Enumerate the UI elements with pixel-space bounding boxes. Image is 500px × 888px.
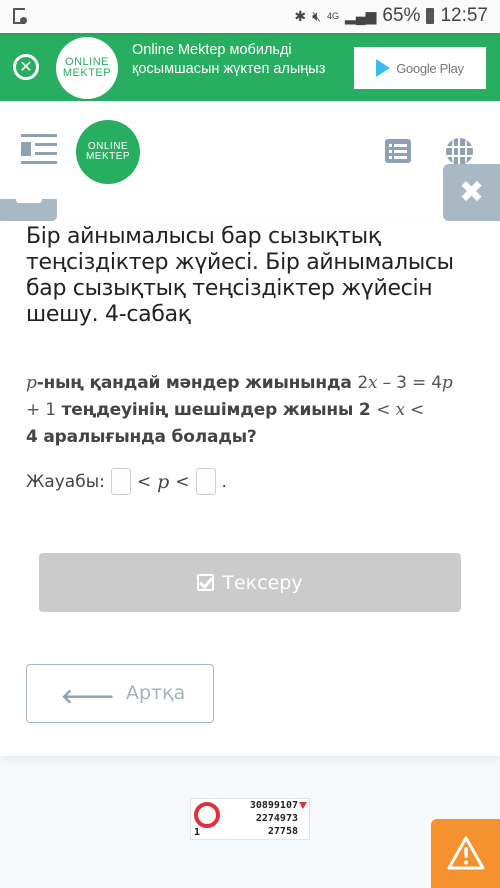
app-header xyxy=(0,101,500,226)
status-bar: ✱ 🔇︎ 4G ▂▄▆ 65% 12:57 xyxy=(0,0,500,33)
check-button[interactable]: Тексеру xyxy=(39,553,461,612)
warning-icon xyxy=(447,836,485,870)
bluetooth-icon: ✱ xyxy=(294,7,307,24)
question-part-1: -ның қандай мәндер жиынында xyxy=(36,373,358,393)
google-play-icon xyxy=(376,59,391,77)
question-part-3: 4 аралығында болады? xyxy=(26,427,257,447)
mute-vibrate-icon: 🔇︎ xyxy=(312,7,321,24)
answer-label: Жауабы: xyxy=(26,471,105,492)
counter-value-1: 30899107 xyxy=(249,800,298,811)
visitor-counter-widget[interactable]: 30899107 2274973 1 27758 xyxy=(190,798,310,840)
menu-indent-icon[interactable] xyxy=(21,134,57,164)
report-problem-button[interactable] xyxy=(431,819,500,888)
math-var-p: p xyxy=(26,373,37,393)
battery-percent: 65% xyxy=(382,5,421,26)
math-var-p-2: p xyxy=(441,373,453,393)
header-logo[interactable]: ONLINE MEKTEP xyxy=(76,120,140,184)
answer-row: Жауабы: < p < . xyxy=(26,468,227,495)
eq-coef: 2 xyxy=(357,373,369,393)
counter-ring-icon xyxy=(194,802,220,828)
eq-middle: – 3 = 4 xyxy=(377,373,442,393)
check-button-label: Тексеру xyxy=(222,571,303,594)
math-var-x: x xyxy=(368,373,378,393)
banner-logo: ONLINE MEKTEP xyxy=(56,37,118,99)
checkbox-checked-icon xyxy=(197,574,215,591)
globe-icon[interactable] xyxy=(446,138,473,165)
signal-icon: ▂▄▆ xyxy=(344,7,377,24)
google-play-button[interactable]: Google Play xyxy=(354,47,486,89)
app-install-banner: ✕ ONLINE MEKTEP Online Mektep мобильді қ… xyxy=(0,33,500,101)
counter-value-0: 1 xyxy=(194,827,201,838)
network-type: 4G xyxy=(326,11,339,21)
banner-message: Online Mektep мобильді қосымшасын жүктеп… xyxy=(132,42,326,77)
lt-sign-2: < xyxy=(175,471,190,492)
counter-value-2: 2274973 xyxy=(255,813,298,824)
lt-sign-2: < xyxy=(404,400,425,420)
banner-close-icon[interactable]: ✕ xyxy=(13,54,39,80)
close-icon: ✖ xyxy=(458,175,485,210)
math-var-p: p xyxy=(157,470,170,493)
question-part-2: теңдеуінің шешімдер жиыны 2 xyxy=(55,400,377,420)
lt-sign: < xyxy=(376,400,396,420)
list-icon[interactable] xyxy=(385,139,411,163)
down-triangle-icon xyxy=(299,802,307,809)
eq-end: + 1 xyxy=(26,400,56,420)
answer-input-upper[interactable] xyxy=(195,468,216,495)
counter-value-3: 27758 xyxy=(267,826,298,837)
math-var-x-2: x xyxy=(395,400,405,420)
answer-period: . xyxy=(221,471,227,492)
sidebar-toggle-tab[interactable] xyxy=(0,199,57,221)
answer-input-lower[interactable] xyxy=(110,468,131,495)
screenshot-notification-icon xyxy=(13,8,27,24)
close-panel-button[interactable]: ✖ xyxy=(443,164,500,221)
battery-icon xyxy=(426,8,435,24)
logo-line-2: MEKTEP xyxy=(62,67,112,79)
status-indicators: ✱ 🔇︎ 4G ▂▄▆ 65% 12:57 xyxy=(294,5,488,27)
arrow-left-icon: 🡐 xyxy=(61,684,115,708)
lesson-title: Бір айнымалысы бар сызықтық теңсіздіктер… xyxy=(26,224,454,327)
back-button-label: Артқа xyxy=(126,682,186,704)
back-button[interactable]: 🡐 Артқа xyxy=(26,664,214,723)
logo-line-2: MEKTEP xyxy=(85,151,131,162)
google-play-label: Google Play xyxy=(396,60,464,76)
clock: 12:57 xyxy=(440,5,488,26)
lt-sign: < xyxy=(136,471,152,492)
question-text: p-ның қандай мәндер жиынында 2x – 3 = 4p… xyxy=(26,370,471,451)
